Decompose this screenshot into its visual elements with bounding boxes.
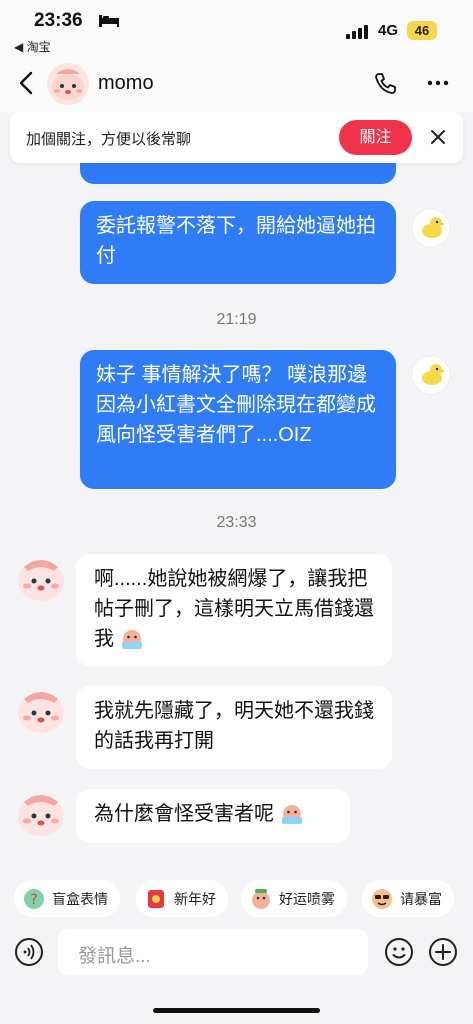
sleep-mode-icon	[99, 15, 119, 27]
new-year-icon	[148, 889, 164, 908]
my-avatar[interactable]	[411, 355, 451, 395]
sticker-chip-lucky-spray[interactable]: 好运喷雾	[241, 880, 347, 917]
sticker-chip-label: 请暴富	[400, 890, 442, 907]
follow-banner: 加個關注，方便以後常聊 關注	[10, 112, 463, 163]
signal-icon	[346, 25, 368, 39]
status-time: 23:36	[34, 10, 83, 31]
contact-name: momo	[98, 72, 154, 94]
mystery-box-icon: ?	[24, 888, 44, 909]
chat-header: momo	[0, 56, 473, 112]
close-icon[interactable]	[428, 127, 448, 147]
add-attachment-icon[interactable]	[428, 937, 458, 967]
sticker-chip-rich[interactable]: 请暴富	[362, 880, 454, 917]
home-indicator[interactable]	[153, 1008, 320, 1013]
phone-call-icon[interactable]	[373, 70, 399, 96]
crying-emoji-icon	[121, 629, 142, 649]
incoming-message[interactable]: 為什麼會怪受害者呢	[76, 789, 350, 843]
back-to-app-link[interactable]: ◀ 淘宝	[14, 38, 51, 55]
svg-text:?: ?	[30, 892, 37, 908]
rich-icon	[372, 888, 392, 909]
incoming-message[interactable]: 我就先隱藏了，明天她不還我錢的話我再打開	[76, 686, 392, 769]
network-type: 4G	[378, 22, 399, 39]
sticker-suggestion-bar: ? 盲盒表情 新年好 好运喷雾 请暴富	[0, 865, 473, 925]
timestamp: 23:33	[216, 514, 257, 531]
my-avatar[interactable]	[411, 208, 451, 248]
voice-input-icon[interactable]	[14, 937, 44, 967]
contact-avatar[interactable]	[14, 551, 68, 605]
follow-button[interactable]: 關注	[339, 120, 412, 155]
lucky-spray-icon	[252, 888, 270, 909]
battery-indicator: 46	[407, 21, 437, 40]
follow-banner-text: 加個關注，方便以後常聊	[26, 131, 192, 148]
sticker-chip-label: 盲盒表情	[52, 890, 108, 907]
status-bar: 23:36 ◀ 淘宝 4G 46	[0, 0, 473, 56]
crying-emoji-icon	[281, 804, 302, 824]
contact-avatar[interactable]	[14, 683, 68, 737]
outgoing-message[interactable]: 妹子 事情解決了嗎？ 噗浪那邊因為小紅書文全刪除現在都變成風向怪受害者們了...…	[80, 350, 396, 489]
sticker-chip-label: 新年好	[174, 890, 216, 907]
timestamp: 21:19	[216, 311, 257, 328]
outgoing-message[interactable]: 委託報警不落下，開給她逼她拍付	[80, 201, 396, 284]
sticker-chip-new-year[interactable]: 新年好	[136, 880, 228, 917]
contact-avatar[interactable]	[14, 786, 68, 840]
emoji-picker-icon[interactable]	[384, 937, 414, 967]
incoming-message-text: 為什麼會怪受害者呢	[94, 803, 274, 825]
sticker-chip-mystery-box[interactable]: ? 盲盒表情	[14, 880, 120, 917]
incoming-message[interactable]: 啊......她說她被網爆了，讓我把帖子刪了，這樣明天立馬借錢還我	[76, 554, 392, 666]
message-input[interactable]: 發訊息...	[58, 929, 368, 975]
back-arrow-icon[interactable]	[14, 70, 40, 96]
sticker-chip-label: 好运喷雾	[279, 890, 335, 907]
contact-avatar[interactable]	[46, 62, 90, 106]
more-options-icon[interactable]	[425, 70, 451, 96]
